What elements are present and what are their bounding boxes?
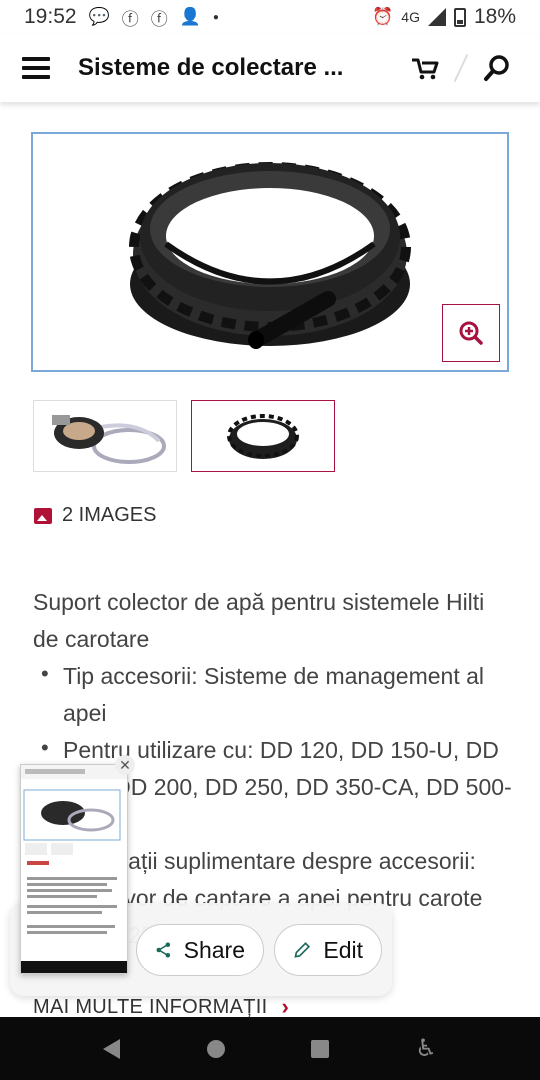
share-label: Share: [183, 936, 245, 963]
zoom-button[interactable]: [442, 304, 500, 362]
battery-icon: [453, 7, 466, 27]
status-bar: 19:52 💬 ⓕ ⓕ 👤 ● ⏰ 4G 18%: [0, 0, 540, 34]
clock: 19:52: [24, 5, 77, 28]
edit-button[interactable]: Edit: [274, 924, 382, 976]
images-count[interactable]: 2 IMAGES: [34, 504, 156, 527]
share-button[interactable]: Share: [136, 924, 264, 976]
image-gallery-icon: [34, 507, 52, 524]
product-main-image[interactable]: [31, 132, 509, 372]
facebook-icon: ⓕ: [121, 9, 139, 29]
share-icon: [156, 942, 171, 958]
chat-bubble-icon: 💬: [88, 7, 110, 26]
signal-icon: [427, 8, 446, 26]
home-icon[interactable]: [206, 1039, 225, 1058]
back-icon[interactable]: [103, 1038, 121, 1059]
rubber-ring-image: [129, 162, 411, 349]
cart-icon[interactable]: [410, 53, 440, 83]
description-text: Suport colector de apă pentru sistemele …: [33, 589, 485, 652]
divider: [453, 53, 469, 83]
accessibility-icon[interactable]: ♿: [415, 1034, 437, 1063]
system-nav-bar: ♿: [0, 1017, 540, 1080]
person-add-icon: 👤: [179, 7, 201, 26]
more-info-label: MAI MULTE INFORMAȚII: [33, 995, 268, 1018]
product-thumbnail-2[interactable]: [191, 400, 335, 472]
facebook-icon: ⓕ: [150, 9, 168, 29]
screenshot-preview[interactable]: [20, 764, 128, 974]
alarm-icon: ⏰: [372, 7, 394, 26]
edit-label: Edit: [323, 936, 363, 963]
zoom-in-icon: [459, 321, 483, 345]
feature-item: Tip accesorii: Sisteme de management al …: [33, 655, 513, 732]
search-icon[interactable]: [482, 53, 512, 83]
page-title: Sisteme de colectare ...: [78, 54, 344, 81]
images-count-label: 2 IMAGES: [62, 504, 157, 526]
pencil-icon: [294, 942, 311, 958]
network-type: 4G: [401, 9, 420, 25]
recents-icon[interactable]: [310, 1039, 329, 1058]
close-icon[interactable]: ✕: [115, 755, 135, 775]
app-bar: Sisteme de colectare ...: [0, 34, 540, 102]
menu-icon[interactable]: [22, 57, 50, 79]
product-thumbnail-1[interactable]: [33, 400, 177, 472]
battery-percent: 18%: [473, 5, 516, 28]
more-notifications-dot: ●: [212, 11, 219, 23]
